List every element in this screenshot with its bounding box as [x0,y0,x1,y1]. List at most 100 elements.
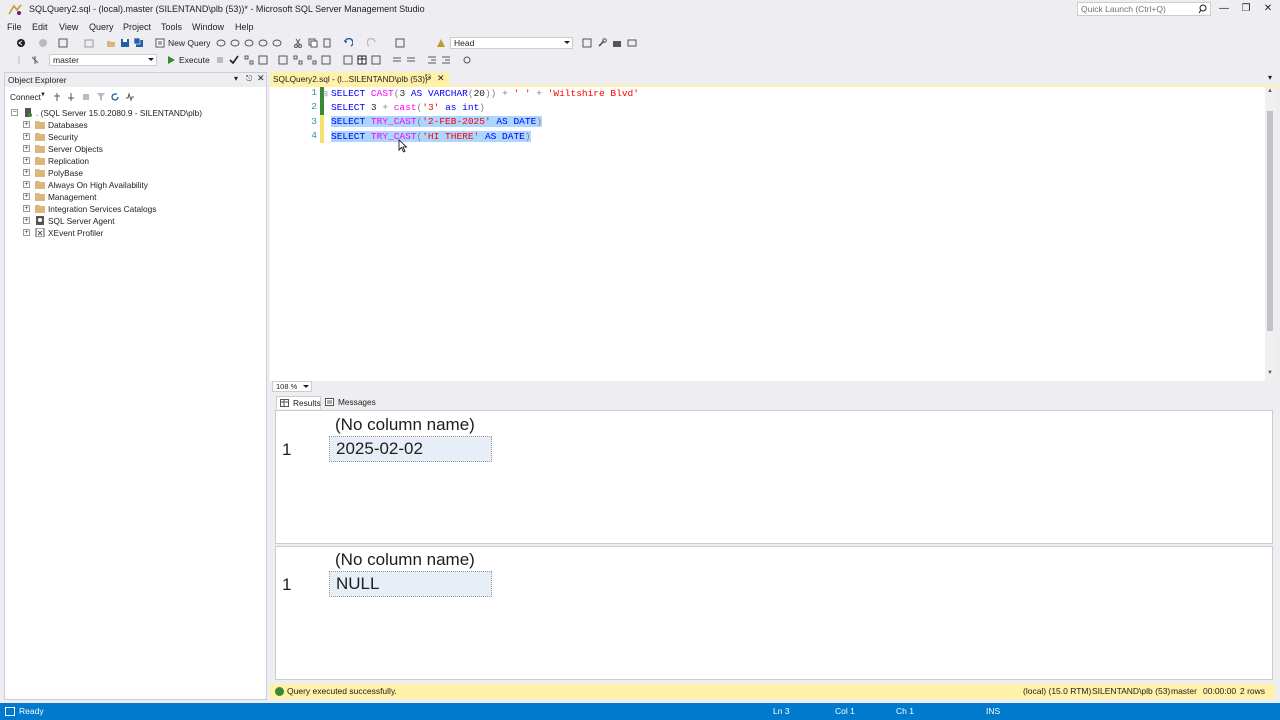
quick-launch-input[interactable]: Quick Launch (Ctrl+Q) [1077,2,1211,16]
collapse-region-icon[interactable]: ⊟ [322,90,328,98]
menu-query[interactable]: Query [89,22,114,32]
expand-icon[interactable]: + [23,121,30,128]
filter-icon[interactable] [96,92,106,102]
refresh-icon[interactable] [110,92,120,102]
expand-icon[interactable]: + [23,229,30,236]
client-stats-icon[interactable] [321,55,331,65]
xmla-query-icon[interactable] [272,38,282,48]
row-number[interactable]: 1 [282,440,291,460]
paste-icon[interactable] [322,38,332,48]
tab-messages[interactable]: Messages [322,396,376,409]
redo-icon[interactable] [367,38,377,48]
editor-vertical-scrollbar[interactable]: ▲ ▼ [1265,87,1275,381]
uncomment-icon[interactable] [406,55,416,65]
menu-project[interactable]: Project [123,22,151,32]
result-grid-2[interactable]: (No column name) 1 NULL [275,546,1273,680]
zoom-combo[interactable]: 108 % [272,381,312,392]
panel-dropdown-icon[interactable]: ▾ [234,74,238,83]
expand-icon[interactable]: + [23,145,30,152]
save-all-icon[interactable] [134,38,144,48]
estimated-plan-icon[interactable] [244,55,254,65]
comment-icon[interactable] [392,55,402,65]
wrench-icon[interactable] [597,38,607,48]
new-query-button[interactable]: New Query [168,38,211,48]
navigate-icon[interactable] [395,38,405,48]
results-to-file-icon[interactable] [371,55,381,65]
connect-object-icon[interactable] [52,92,62,102]
menu-edit[interactable]: Edit [32,22,48,32]
actual-plan-icon[interactable] [293,55,303,65]
tab-list-dropdown-icon[interactable]: ▾ [1268,73,1272,82]
column-header[interactable]: (No column name) [335,415,475,435]
output-window-icon[interactable] [5,707,15,716]
pin-icon[interactable]: ⎋ [246,74,252,84]
cancel-query-icon[interactable] [215,55,225,65]
close-panel-icon[interactable]: ✕ [257,73,265,84]
window-layout-icon[interactable] [627,38,637,48]
results-to-text-icon[interactable] [343,55,353,65]
restore-button[interactable]: ❐ [1240,3,1252,15]
disconnect-icon[interactable] [66,92,76,102]
scroll-down-icon[interactable]: ▼ [1267,370,1273,376]
decrease-indent-icon[interactable] [427,55,437,65]
parse-icon[interactable] [229,55,239,65]
expand-icon[interactable]: + [23,169,30,176]
increase-indent-icon[interactable] [441,55,451,65]
live-stats-icon[interactable] [307,55,317,65]
menu-view[interactable]: View [59,22,78,32]
close-window-button[interactable]: ✕ [1262,3,1274,15]
tab-sqlquery2[interactable]: SQLQuery2.sql - (l...SILENTAND\plb (53))… [270,72,449,86]
menu-file[interactable]: File [7,22,22,32]
menu-tools[interactable]: Tools [161,22,182,32]
expand-icon[interactable]: + [23,181,30,188]
stop-icon[interactable] [81,92,91,102]
scroll-up-icon[interactable]: ▲ [1267,88,1273,94]
expand-icon[interactable]: + [23,217,30,224]
dmx-query-icon[interactable] [258,38,268,48]
minimize-button[interactable]: — [1218,3,1230,15]
query-editor[interactable]: 1 2 3 4 ⊟ SELECT CAST(3 AS VARCHAR(20)) … [270,87,1275,381]
result-cell[interactable]: NULL [329,571,492,597]
activity-monitor-icon[interactable] [125,92,135,102]
execute-button[interactable]: Execute [179,55,210,65]
connect-dropdown-icon[interactable]: ▼ [40,92,46,98]
close-tab-icon[interactable]: ✕ [437,73,445,84]
scrollbar-thumb[interactable] [1267,111,1273,331]
intellisense-icon[interactable] [278,55,288,65]
new-query-icon[interactable] [155,38,165,48]
expand-icon[interactable]: + [23,205,30,212]
expand-icon[interactable]: + [23,133,30,140]
results-to-grid-icon[interactable] [357,55,367,65]
available-databases-combo[interactable]: master [49,54,157,66]
result-grid-1[interactable]: (No column name) 1 2025-02-02 [275,410,1273,544]
query-options-icon[interactable] [258,55,268,65]
connect-button[interactable]: Connect [10,92,41,102]
toolbox-icon[interactable] [612,38,622,48]
cut-icon[interactable] [293,38,303,48]
specify-template-values-icon[interactable] [462,55,472,65]
new-project-icon[interactable] [58,38,68,48]
db-engine-query-icon[interactable] [216,38,226,48]
back-icon[interactable] [16,38,26,48]
menu-window[interactable]: Window [192,22,224,32]
forward-icon[interactable] [38,38,48,48]
execute-icon[interactable] [166,55,176,65]
result-cell[interactable]: 2025-02-02 [329,436,492,462]
add-item-icon[interactable] [84,38,94,48]
collapse-icon[interactable]: − [11,109,18,116]
undo-icon[interactable] [343,38,353,48]
expand-icon[interactable]: + [23,157,30,164]
tab-results[interactable]: Results [276,396,321,409]
analysis-query-icon[interactable] [230,38,240,48]
save-icon[interactable] [120,38,130,48]
properties-icon[interactable] [582,38,592,48]
solution-config-combo[interactable]: Head [450,37,573,49]
connect-icon[interactable] [14,55,24,65]
expand-icon[interactable]: + [23,193,30,200]
row-number[interactable]: 1 [282,575,291,595]
change-connection-icon[interactable] [30,55,40,65]
mdx-query-icon[interactable] [244,38,254,48]
copy-icon[interactable] [308,38,318,48]
menu-help[interactable]: Help [235,22,254,32]
open-file-icon[interactable] [106,38,116,48]
